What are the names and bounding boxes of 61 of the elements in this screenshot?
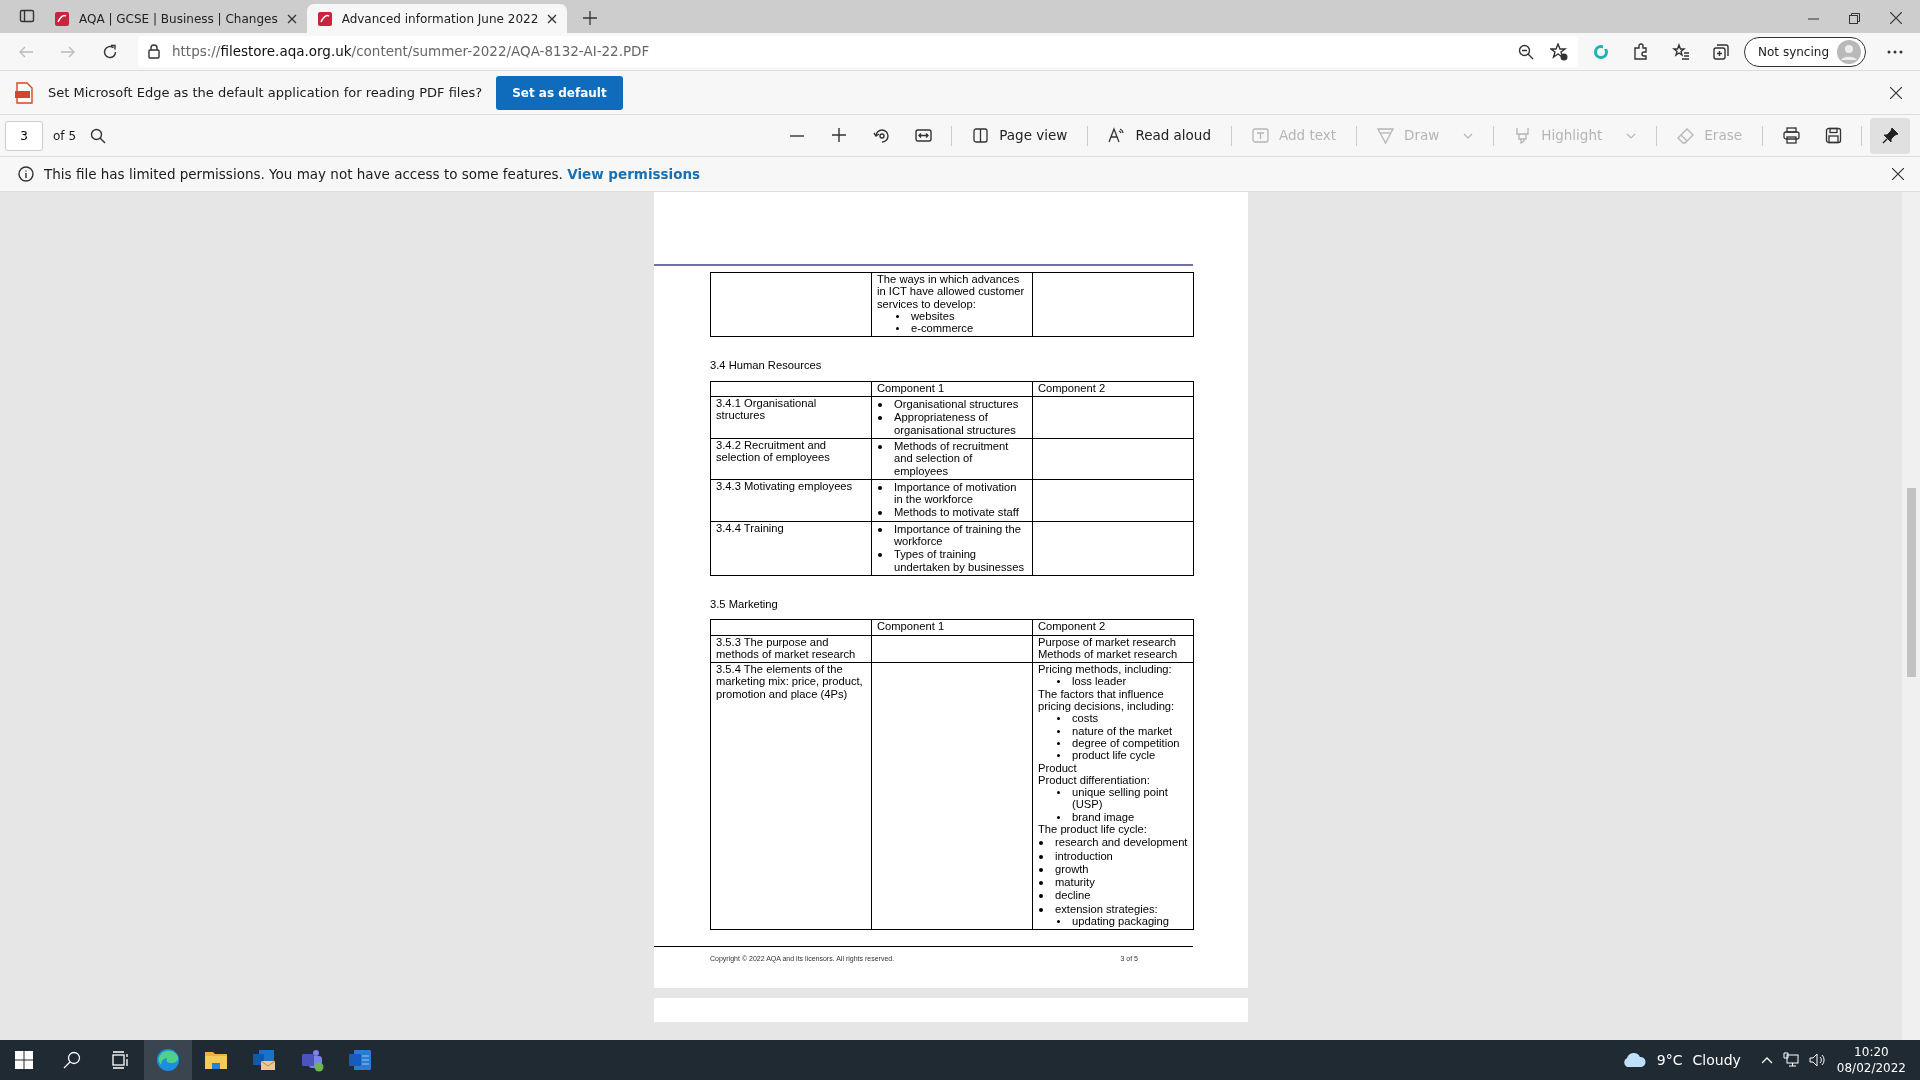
- clock[interactable]: 10:20 08/02/2022: [1836, 1044, 1906, 1076]
- list-item-text: introduction: [1055, 849, 1113, 862]
- list-item-text: Types of training undertaken by businesses: [894, 548, 1025, 573]
- list-item-text: research and development: [1055, 836, 1188, 849]
- list-item-text: Organisational structures: [894, 398, 1019, 411]
- list-item-text: loss leader: [1072, 675, 1127, 688]
- list-item-text: unique selling point (USP): [1072, 786, 1169, 811]
- list-item-text: degree of competition: [1072, 736, 1180, 750]
- topic-cell-text: 3.4.1 Organisational structures: [716, 397, 818, 422]
- list-item-text: Methods of recruitment and selection of employees: [894, 439, 1010, 477]
- cell-text: The ways in which advances in ICT have allowed customer services to develop:: [877, 273, 1026, 310]
- list-item-text: updating packaging: [1072, 915, 1170, 928]
- topic-cell-text: 3.4.3 Motivating employees: [716, 479, 854, 493]
- set-default-button[interactable]: Set as default: [496, 75, 623, 110]
- list-item-text: decline: [1055, 889, 1091, 902]
- cell-text: Methods of market research: [1038, 647, 1179, 661]
- topic-cell-text: 3.5.3 The purpose and methods of market research: [716, 635, 857, 661]
- browser-tab[interactable]: Advanced information June 2022: [306, 4, 568, 33]
- list-item-text: Importance of motivation in the workforce: [894, 480, 1018, 506]
- column-header: Component 1: [877, 381, 945, 394]
- list-item-text: e-commerce: [911, 322, 974, 335]
- column-header: Component 2: [1038, 620, 1106, 633]
- view-permissions-link[interactable]: View permissions: [567, 165, 701, 182]
- cell-text: Product: [1038, 761, 1078, 774]
- list-item-text: websites: [911, 309, 955, 323]
- info-message: Set Microsoft Edge as the default application for reading PDF files?: [48, 83, 483, 102]
- weather-text: Cloudy: [1692, 1050, 1741, 1070]
- browser-tab[interactable]: AQA | GCSE | Business | Changes: [44, 4, 307, 33]
- page-count: of 5: [53, 127, 76, 145]
- page-number-field[interactable]: 3: [5, 120, 43, 151]
- date-text: 08/02/2022: [1836, 1060, 1906, 1076]
- list-item-text: costs: [1072, 712, 1099, 725]
- profile-button[interactable]: Not syncing: [1744, 36, 1866, 67]
- list-item-text: maturity: [1055, 876, 1095, 889]
- cell-text: The factors that influence pricing decisions, including:: [1038, 687, 1176, 713]
- tab-title: Advanced information June 2022: [341, 10, 539, 28]
- list-item-text: brand image: [1072, 810, 1135, 823]
- cell-text: Product differentiation:: [1038, 773, 1151, 787]
- column-header: Component 2: [1038, 381, 1106, 394]
- section-heading: 3.4 Human Resources: [710, 359, 823, 372]
- time-text: 10:20: [1853, 1044, 1890, 1060]
- topic-cell-text: 3.5.4 The elements of the marketing mix: price, product, promotion and place (4Ps): [716, 663, 864, 700]
- list-item-text: Methods to motivate staff: [894, 506, 1019, 519]
- cell-text: Pricing methods, including:: [1038, 663, 1173, 676]
- column-header: Component 1: [877, 620, 945, 633]
- cell-text: Purpose of market research: [1038, 635, 1178, 648]
- cell-text: The product life cycle:: [1038, 823, 1148, 836]
- list-item-text: Appropriateness of organisational structures: [894, 411, 1017, 436]
- list-item-text: extension strategies:: [1055, 902, 1158, 916]
- topic-cell-text: 3.4.4 Training: [716, 521, 785, 535]
- list-item-text: product life cycle: [1072, 749, 1156, 762]
- tab-title: AQA | GCSE | Business | Changes: [79, 10, 278, 28]
- toolbar-button[interactable]: Read aloud: [1096, 119, 1223, 152]
- temperature-text: 9°C: [1656, 1050, 1683, 1070]
- topic-cell-text: 3.4.2 Recruitment and selection of employees: [716, 438, 831, 464]
- list-item-text: growth: [1055, 862, 1089, 876]
- list-item-text: Importance of training the workforce: [894, 522, 1022, 548]
- section-heading: 3.5 Marketing: [710, 597, 779, 611]
- list-item-text: nature of the market: [1072, 724, 1173, 737]
- toolbar-button[interactable]: Page view: [960, 119, 1080, 152]
- permissions-message: This file has limited permissions. You may not have access to some features. View permissions: [44, 164, 701, 184]
